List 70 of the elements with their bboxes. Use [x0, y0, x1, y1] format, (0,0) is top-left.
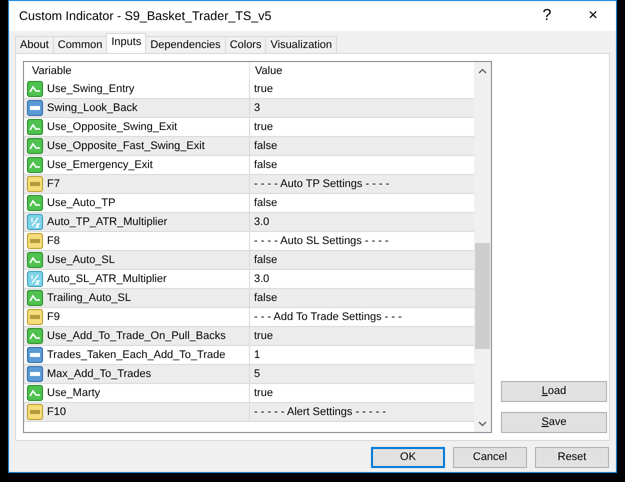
variable-value: 3.0 — [253, 272, 270, 287]
scroll-thumb[interactable] — [475, 243, 490, 349]
variable-value: false — [253, 196, 278, 211]
help-button[interactable]: ? — [524, 1, 570, 31]
variable-name: Use_Opposite_Fast_Swing_Exit — [47, 138, 205, 154]
variable-value: false — [253, 290, 278, 306]
variable-value: 3.0 — [253, 214, 270, 230]
variable-name: Trades_Taken_Each_Add_To_Trade — [47, 348, 226, 363]
column-header[interactable]: Variable — [27, 62, 72, 80]
table-row[interactable]: F10 - - - - - Alert Settings - - - - - — [24, 403, 474, 422]
variable-value: 3 — [253, 100, 260, 116]
text-icon — [27, 176, 43, 192]
variable-name: Use_Opposite_Swing_Exit — [47, 120, 178, 135]
fraction-icon — [27, 271, 43, 287]
tab[interactable]: Inputs — [106, 33, 146, 53]
number-icon — [27, 100, 43, 116]
table-row[interactable]: Use_Opposite_Fast_Swing_Exit false — [24, 137, 474, 156]
dialog-button[interactable]: Cancel — [453, 447, 527, 468]
variable-name: Use_Add_To_Trade_On_Pull_Backs — [47, 328, 226, 344]
variable-name: Use_Auto_TP — [47, 196, 116, 211]
fraction-icon — [27, 214, 43, 230]
variable-name: Use_Emergency_Exit — [47, 158, 153, 173]
variable-value: true — [253, 386, 273, 401]
variable-value: false — [253, 138, 278, 154]
text-icon — [27, 309, 43, 325]
variable-name: F8 — [47, 234, 60, 249]
text-icon — [27, 233, 43, 249]
variable-name: Trailing_Auto_SL — [47, 290, 131, 306]
text-icon — [27, 404, 43, 420]
table-row[interactable]: Auto_TP_ATR_Multiplier 3.0 — [24, 213, 474, 232]
variable-name: Max_Add_To_Trades — [47, 366, 152, 382]
dialog-button[interactable]: OK — [371, 447, 445, 468]
variable-value: - - - Add To Trade Settings - - - — [253, 310, 402, 325]
variable-value: true — [253, 328, 273, 344]
number-icon — [27, 347, 43, 363]
scrollbar[interactable] — [474, 62, 491, 432]
tab[interactable]: Dependencies — [145, 36, 226, 53]
column-header[interactable]: Value — [250, 62, 282, 80]
variable-value: - - - - Auto SL Settings - - - - — [253, 234, 389, 249]
window-title: Custom Indicator - S9_Basket_Trader_TS_v5 — [19, 8, 272, 25]
variable-name: F10 — [47, 404, 66, 420]
variable-name: F7 — [47, 176, 60, 192]
table-row[interactable]: Trailing_Auto_SL false — [24, 289, 474, 308]
variable-value: true — [253, 120, 273, 135]
number-icon — [27, 366, 43, 382]
variable-name: Swing_Look_Back — [47, 100, 138, 116]
table-row[interactable]: Use_Add_To_Trade_On_Pull_Backs true — [24, 327, 474, 346]
variable-value: true — [253, 82, 273, 97]
variable-value: 1 — [253, 348, 260, 363]
table-row[interactable]: F7 - - - - Auto TP Settings - - - - — [24, 175, 474, 194]
table-row[interactable]: Swing_Look_Back 3 — [24, 99, 474, 118]
tab[interactable]: About — [15, 36, 54, 53]
table-row[interactable]: Use_Auto_SL false — [24, 251, 474, 270]
variable-value: 5 — [253, 366, 260, 382]
variable-name: Use_Marty — [47, 386, 100, 401]
variable-name: Auto_TP_ATR_Multiplier — [47, 214, 168, 230]
table-row[interactable]: Max_Add_To_Trades 5 — [24, 365, 474, 384]
variable-name: F9 — [47, 310, 60, 325]
side-button[interactable]: Load — [501, 381, 607, 402]
variable-name: Use_Auto_SL — [47, 252, 115, 268]
variable-value: - - - - - Alert Settings - - - - - — [253, 404, 386, 420]
variable-name: Use_Swing_Entry — [47, 82, 134, 97]
variable-value: - - - - Auto TP Settings - - - - — [253, 176, 390, 192]
variable-value: false — [253, 158, 278, 173]
variable-name: Auto_SL_ATR_Multiplier — [47, 272, 167, 287]
close-button[interactable]: × — [570, 1, 616, 31]
variable-value: false — [253, 252, 278, 268]
dialog-button[interactable]: Reset — [535, 447, 609, 468]
side-button[interactable]: Save — [501, 412, 607, 433]
tab[interactable]: Visualization — [265, 36, 338, 53]
